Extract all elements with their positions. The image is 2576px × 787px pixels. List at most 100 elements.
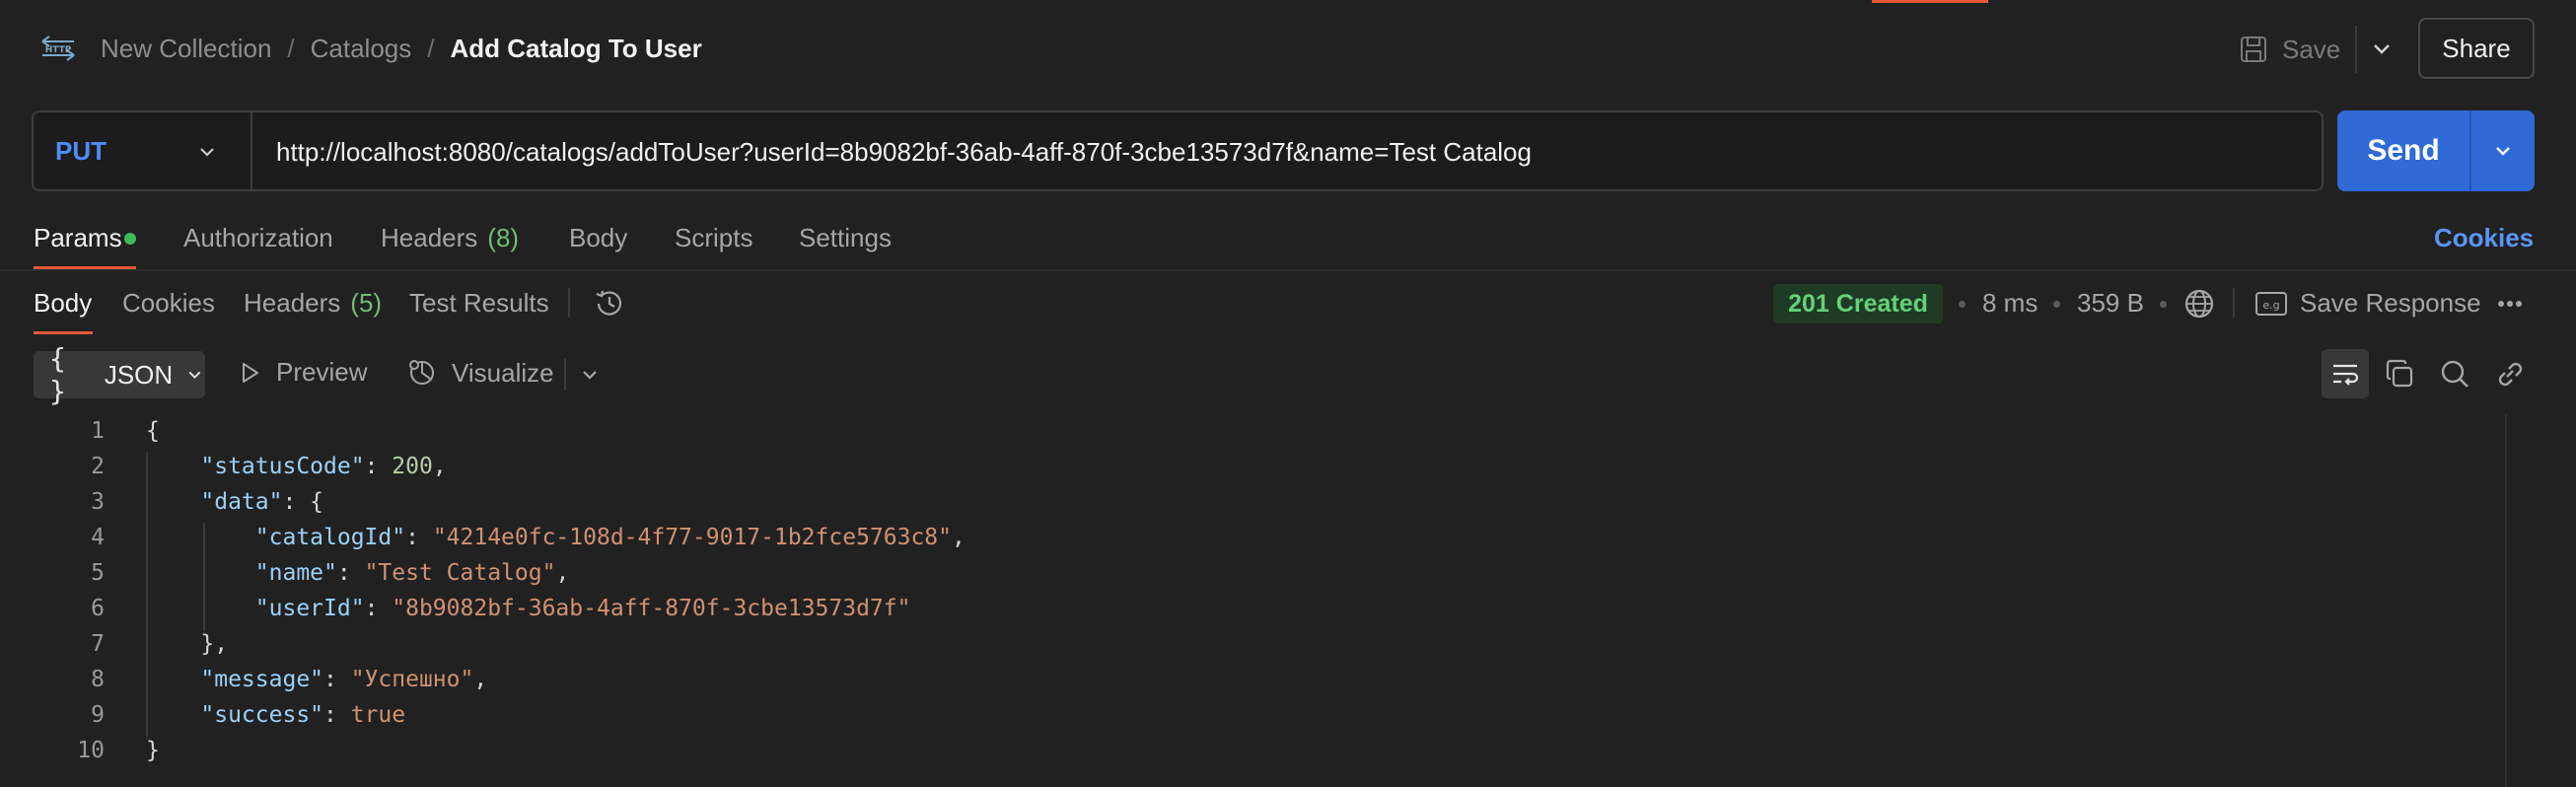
json-number: 200 <box>392 454 433 479</box>
request-title[interactable]: Add Catalog To User <box>451 34 702 64</box>
save-divider <box>2355 26 2357 73</box>
response-tab-headers-count: (5) <box>350 288 383 318</box>
json-key: "data" <box>200 489 283 515</box>
example-icon: e.g <box>2255 292 2287 316</box>
link-icon[interactable] <box>2493 357 2527 391</box>
visualize-icon <box>409 360 434 385</box>
code-line: } <box>146 738 160 763</box>
code-line: { <box>146 418 160 444</box>
send-options-button[interactable] <box>2471 110 2535 191</box>
chevron-down-icon[interactable] <box>2365 34 2398 65</box>
json-key: "statusCode" <box>200 454 365 479</box>
braces-icon: { } <box>49 342 66 407</box>
meta-divider <box>2233 288 2235 318</box>
response-time[interactable]: 8 ms <box>1982 288 2038 319</box>
preview-button[interactable]: Preview <box>237 357 367 388</box>
response-tab-headers-label: Headers <box>244 288 341 318</box>
meta-separator-dot <box>2160 301 2167 308</box>
line-number: 7 <box>91 631 105 657</box>
more-options-icon[interactable] <box>2495 292 2525 316</box>
history-icon[interactable] <box>592 286 627 322</box>
line-number: 1 <box>91 418 105 444</box>
search-icon[interactable] <box>2438 357 2471 391</box>
line-number: 3 <box>91 489 105 515</box>
chevron-down-icon[interactable] <box>193 138 221 166</box>
response-tab-test-results[interactable]: Test Results <box>409 288 549 319</box>
tab-scripts[interactable]: Scripts <box>675 223 752 253</box>
response-size[interactable]: 359 B <box>2077 288 2144 319</box>
url-input[interactable]: http://localhost:8080/catalogs/addToUser… <box>276 132 1532 172</box>
tab-headers-label: Headers <box>381 223 478 252</box>
line-number: 6 <box>91 596 105 621</box>
wrap-lines-icon <box>2333 364 2359 386</box>
code-line: }, <box>146 631 229 657</box>
save-icon <box>2241 36 2266 62</box>
scrollbar-track[interactable] <box>2505 414 2507 787</box>
save-label: Save <box>2282 34 2341 64</box>
http-request-icon: HTTP <box>41 36 75 61</box>
status-badge[interactable]: 201 Created <box>1773 284 1943 323</box>
code-line: "name": "Test Catalog", <box>254 560 570 586</box>
line-number: 8 <box>91 667 105 692</box>
json-key: "success" <box>200 702 324 728</box>
breadcrumb-separator: / <box>427 33 435 63</box>
breadcrumb: New Collection / Catalogs / Add Catalog … <box>101 30 702 67</box>
share-button[interactable]: Share <box>2418 18 2535 79</box>
breadcrumb-collection[interactable]: New Collection <box>101 34 271 64</box>
tab-headers[interactable]: Headers (8) <box>381 223 519 253</box>
top-accent-bar <box>1872 0 1988 3</box>
json-key: "catalogId" <box>254 525 406 550</box>
line-number: 9 <box>91 702 105 728</box>
code-line: "data": { <box>200 489 324 515</box>
line-number: 4 <box>91 525 105 550</box>
json-boolean: true <box>350 702 406 728</box>
save-button[interactable]: Save <box>2239 28 2340 71</box>
chevron-down-icon <box>2496 147 2510 156</box>
tab-params[interactable]: Params <box>34 223 122 253</box>
response-tab-headers[interactable]: Headers (5) <box>244 288 382 319</box>
params-indicator-dot <box>124 233 136 245</box>
json-string: "Test Catalog" <box>364 560 556 586</box>
tab-settings[interactable]: Settings <box>799 223 892 253</box>
code-line: "userId": "8b9082bf-36ab-4aff-870f-3cbe1… <box>254 596 911 621</box>
globe-icon[interactable] <box>2182 286 2217 322</box>
json-string: "Успешно" <box>350 667 474 692</box>
json-string: "8b9082bf-36ab-4aff-870f-3cbe13573d7f" <box>392 596 911 621</box>
tab-headers-count: (8) <box>487 223 520 252</box>
chevron-down-icon[interactable] <box>576 361 604 389</box>
visualize-button[interactable]: Visualize <box>406 357 554 389</box>
active-tab-underline <box>34 331 93 334</box>
copy-icon[interactable] <box>2383 357 2416 391</box>
json-key: "userId" <box>254 596 365 621</box>
wrap-lines-button[interactable] <box>2322 349 2369 398</box>
line-number: 5 <box>91 560 105 586</box>
code-line: "success": true <box>200 702 406 728</box>
tab-body[interactable]: Body <box>569 223 627 253</box>
url-divider <box>250 112 252 189</box>
json-key: "name" <box>254 560 337 586</box>
json-string: "4214e0fc-108d-4f77-9017-1b2fce5763c8" <box>432 525 953 550</box>
response-tab-body[interactable]: Body <box>34 288 92 319</box>
tabs-divider <box>0 269 2576 271</box>
code-line: "message": "Успешно", <box>200 667 488 692</box>
breadcrumb-separator: / <box>287 33 295 63</box>
response-body-code[interactable]: 1 2 3 4 5 6 7 8 9 10 { "statusCode": 200… <box>0 414 2505 787</box>
save-response-button[interactable]: Save Response <box>2300 288 2481 319</box>
svg-text:HTTP: HTTP <box>45 45 72 55</box>
format-select[interactable]: { } JSON <box>34 342 205 407</box>
line-number: 10 <box>77 738 105 763</box>
cookies-link[interactable]: Cookies <box>2434 223 2534 253</box>
response-tab-cookies[interactable]: Cookies <box>122 288 215 319</box>
code-line: "statusCode": 200, <box>200 454 447 479</box>
toolbar-divider <box>564 359 566 391</box>
meta-separator-dot <box>2053 301 2060 308</box>
method-label: PUT <box>55 135 107 166</box>
line-number: 2 <box>91 454 105 479</box>
format-label: JSON <box>104 359 174 390</box>
chevron-down-icon <box>188 371 201 379</box>
meta-separator-dot <box>1959 301 1966 308</box>
send-button[interactable]: Send <box>2337 110 2469 191</box>
svg-text:e.g: e.g <box>2262 299 2279 312</box>
tab-authorization[interactable]: Authorization <box>183 223 333 253</box>
breadcrumb-folder[interactable]: Catalogs <box>311 34 412 64</box>
